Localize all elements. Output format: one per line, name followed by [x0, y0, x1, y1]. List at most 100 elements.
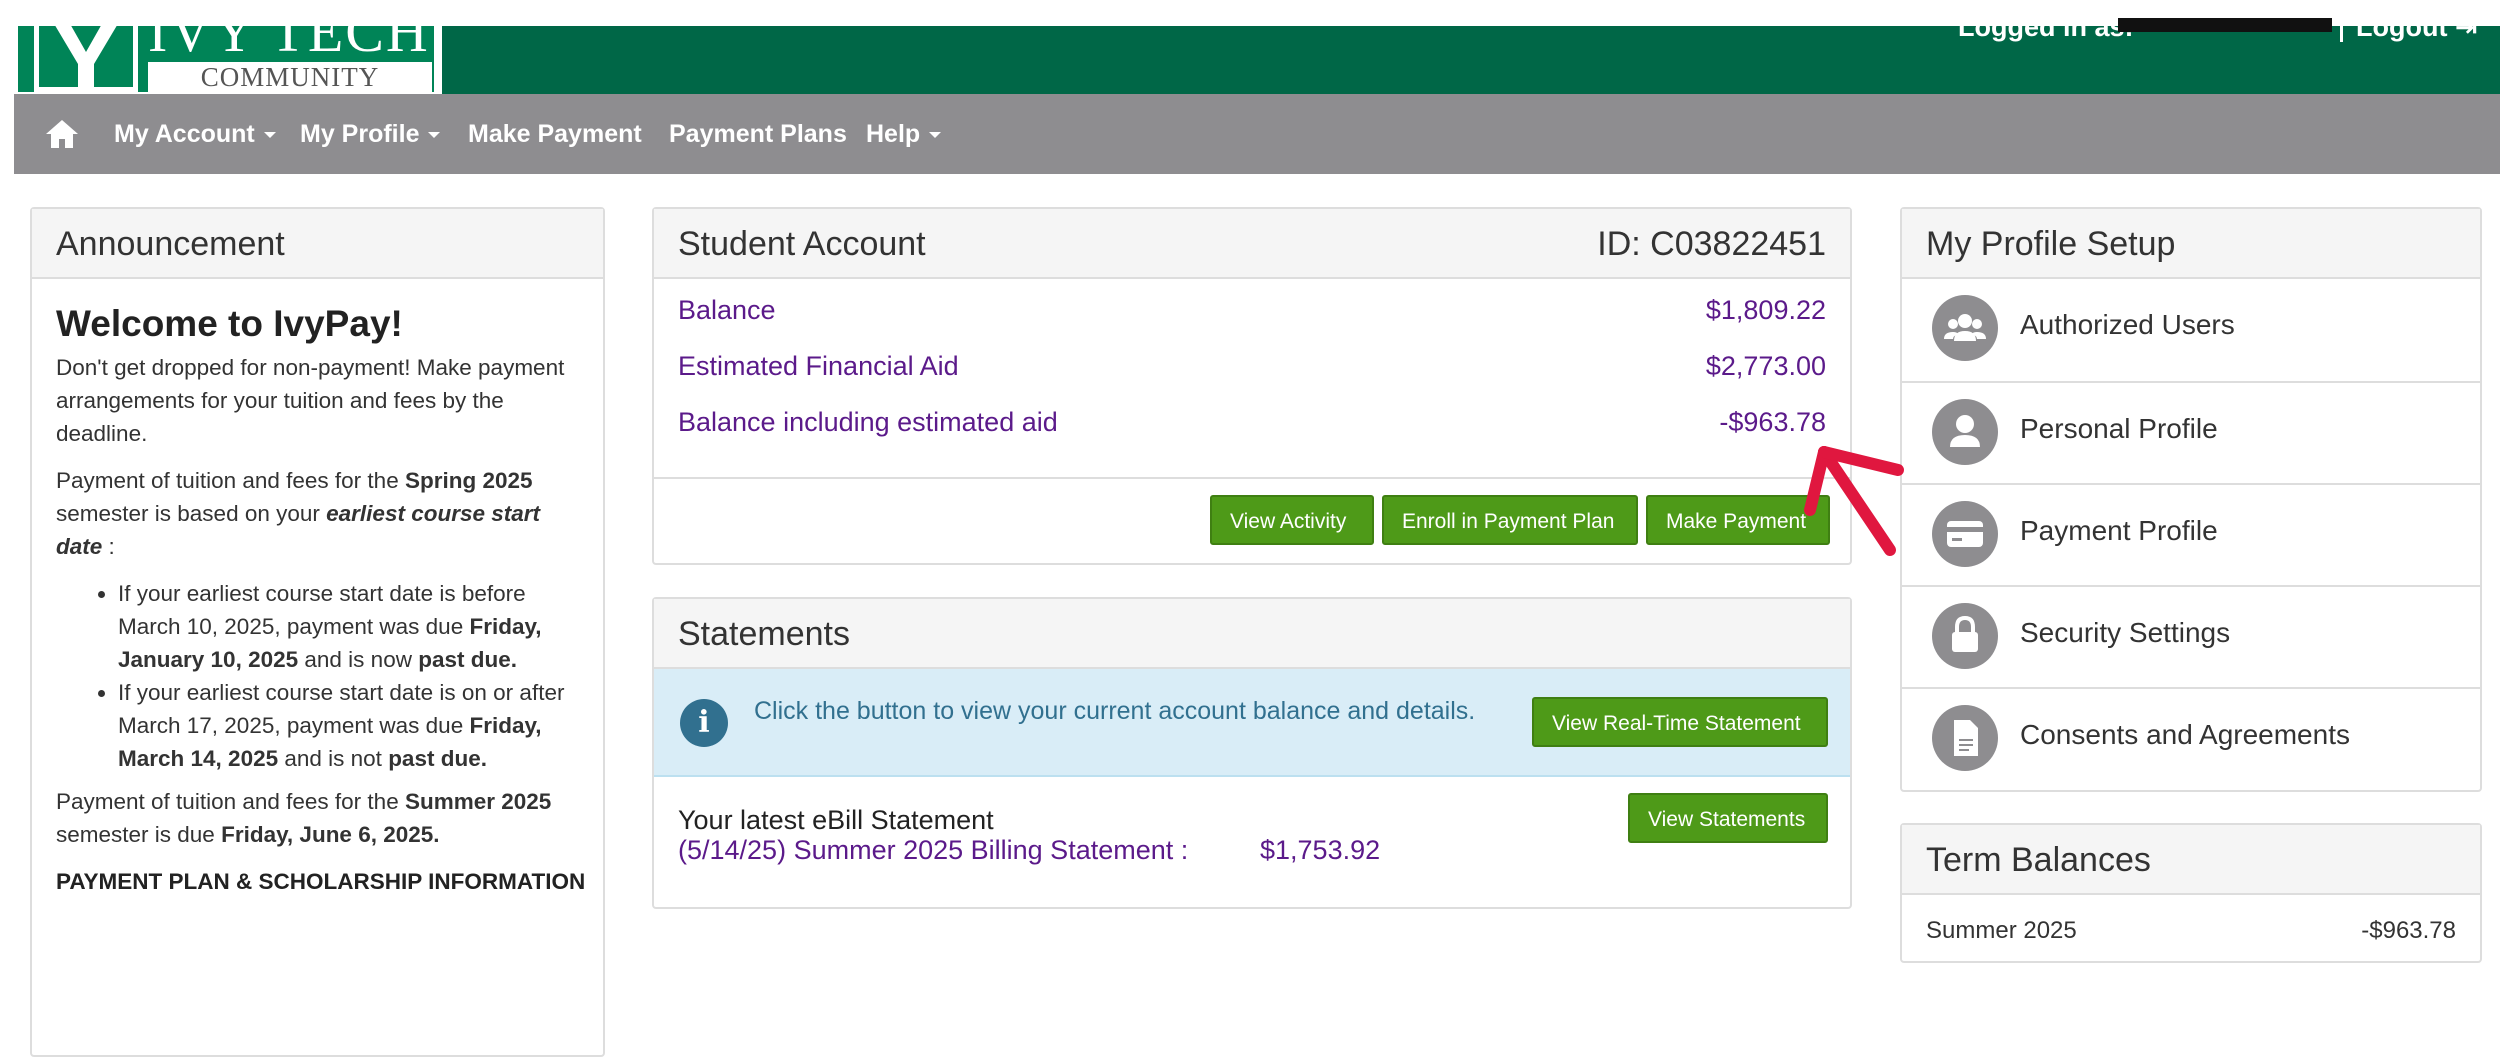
header-divider	[2340, 14, 2343, 42]
authorized-users-item[interactable]: Authorized Users	[1902, 279, 2480, 381]
financial-aid-label: Estimated Financial Aid	[678, 351, 959, 381]
logo-y-icon	[34, 26, 138, 92]
welcome-heading: Welcome to IvyPay!	[56, 303, 403, 344]
consents-agreements-item[interactable]: Consents and Agreements	[1902, 687, 2480, 789]
due-status: past due.	[388, 746, 487, 771]
consents-agreements-label: Consents and Agreements	[2020, 719, 2350, 750]
student-id: ID: C03822451	[1597, 225, 1826, 263]
caret-down-icon	[263, 132, 276, 139]
financial-aid-row[interactable]: Estimated Financial Aid $2,773.00	[678, 351, 1826, 391]
balance-with-aid-label: Balance including estimated aid	[678, 407, 1058, 437]
security-settings-label: Security Settings	[2020, 617, 2231, 648]
main-nav: My Account My Profile Make Payment Payme…	[14, 94, 2500, 174]
announcement-panel: Announcement Welcome to IvyPay! Don't ge…	[30, 207, 605, 1057]
logout-link[interactable]: Logout ⇥	[2356, 12, 2478, 43]
logo-wordmark: IVY TECH	[148, 26, 430, 64]
announcement-intro: Don't get dropped for non-payment! Make …	[56, 355, 565, 446]
info-icon: i	[680, 699, 728, 747]
person-icon	[1932, 399, 1998, 465]
site-header: IVY TECH COMMUNITY COLLEGE Logged in as:…	[14, 12, 2500, 94]
nav-my-profile[interactable]: My Profile	[300, 94, 441, 174]
payment-profile-label: Payment Profile	[2020, 515, 2218, 546]
enroll-payment-plan-button[interactable]: Enroll in Payment Plan	[1382, 495, 1638, 545]
spring-payment-text: Payment of tuition and fees for the Spri…	[56, 464, 586, 563]
authorized-users-label: Authorized Users	[2020, 309, 2235, 340]
nav-make-payment[interactable]: Make Payment	[468, 94, 642, 174]
term-balance-value: -$963.78	[2361, 917, 2456, 944]
balance-row[interactable]: Balance $1,809.22	[678, 295, 1826, 335]
statements-header: Statements	[654, 599, 1850, 669]
annotation-arrow-icon	[1804, 446, 1904, 556]
nav-payment-plans[interactable]: Payment Plans	[669, 94, 847, 174]
balance-value: $1,809.22	[1705, 295, 1826, 325]
list-item: If your earliest course start date is be…	[118, 577, 586, 676]
logo-mark: IVY TECH COMMUNITY COLLEGE	[18, 26, 434, 92]
lock-icon	[1932, 603, 1998, 669]
info-alert: i Click the button to view your current …	[654, 669, 1850, 777]
latest-ebill-amount[interactable]: $1,753.92	[1260, 835, 1380, 866]
info-text: Click the button to view your current ac…	[754, 697, 1476, 725]
term-balances-panel: Term Balances Summer 2025 -$963.78	[1900, 823, 2482, 963]
statements-panel: Statements i Click the button to view yo…	[652, 597, 1852, 909]
statements-title: Statements	[678, 615, 850, 653]
security-settings-item[interactable]: Security Settings	[1902, 585, 2480, 687]
financial-aid-value: $2,773.00	[1705, 351, 1826, 381]
text-fragment: If your earliest course start date is be…	[118, 581, 526, 639]
latest-ebill-link[interactable]: (5/14/25) Summer 2025 Billing Statement …	[678, 835, 1188, 866]
due-status: past due.	[418, 647, 517, 672]
deadline-list: If your earliest course start date is be…	[56, 577, 586, 775]
logo-subtitle: COMMUNITY COLLEGE	[148, 62, 432, 92]
latest-ebill-title: Your latest eBill Statement	[678, 805, 994, 835]
caret-down-icon	[929, 132, 942, 139]
users-icon	[1932, 295, 1998, 361]
college-logo[interactable]: IVY TECH COMMUNITY COLLEGE	[14, 26, 442, 94]
profile-setup-panel: My Profile Setup Authorized Users Person…	[1900, 207, 2482, 792]
personal-profile-label: Personal Profile	[2020, 413, 2218, 444]
announcement-title: Announcement	[56, 225, 285, 263]
text-fragment: semester is due	[56, 822, 222, 847]
term-name: Summer 2025	[1926, 917, 2077, 944]
text-fragment: and is now	[298, 647, 419, 672]
summer-due-date: Friday, June 6, 2025.	[221, 822, 440, 847]
term-balances-header: Term Balances	[1902, 825, 2480, 895]
redacted-username	[2118, 18, 2332, 32]
divider	[654, 477, 1850, 479]
nav-my-account[interactable]: My Account	[114, 94, 276, 174]
summer-payment-text: Payment of tuition and fees for the Summ…	[56, 785, 586, 851]
view-realtime-statement-button[interactable]: View Real-Time Statement	[1532, 697, 1828, 747]
nav-my-profile-label: My Profile	[300, 120, 420, 148]
spring-term: Spring 2025	[404, 468, 533, 493]
nav-help-label: Help	[866, 120, 921, 148]
logout-icon: ⇥	[2454, 12, 2478, 42]
text-fragment: semester is based on your	[56, 501, 327, 526]
term-balances-title: Term Balances	[1926, 841, 2151, 879]
nav-my-account-label: My Account	[114, 120, 255, 148]
nav-help[interactable]: Help	[866, 94, 942, 174]
credit-card-icon	[1932, 501, 1998, 567]
personal-profile-item[interactable]: Personal Profile	[1902, 381, 2480, 483]
text-fragment: Payment of tuition and fees for the	[56, 789, 405, 814]
profile-setup-header: My Profile Setup	[1902, 209, 2480, 279]
payment-profile-item[interactable]: Payment Profile	[1902, 483, 2480, 585]
list-item: If your earliest course start date is on…	[118, 676, 586, 775]
home-icon[interactable]	[44, 118, 80, 150]
student-account-title: Student Account	[678, 225, 926, 263]
student-account-header: Student Account ID: C03822451	[654, 209, 1850, 279]
announcement-header: Announcement	[32, 209, 603, 279]
balance-label: Balance	[678, 295, 776, 325]
text-fragment: and is not	[278, 746, 389, 771]
balance-with-aid-row[interactable]: Balance including estimated aid -$963.78	[678, 407, 1826, 447]
announcement-body: Don't get dropped for non-payment! Make …	[56, 351, 586, 912]
view-statements-button[interactable]: View Statements	[1628, 793, 1828, 843]
profile-setup-title: My Profile Setup	[1926, 225, 2176, 263]
text-fragment: :	[102, 534, 115, 559]
caret-down-icon	[428, 132, 441, 139]
document-icon	[1932, 705, 1998, 771]
student-account-panel: Student Account ID: C03822451 Balance $1…	[652, 207, 1852, 565]
summer-term: Summer 2025	[404, 789, 552, 814]
logout-label: Logout	[2356, 12, 2448, 42]
payment-plan-heading: PAYMENT PLAN & SCHOLARSHIP INFORMATION	[56, 869, 586, 894]
text-fragment: Payment of tuition and fees for the	[56, 468, 405, 493]
view-activity-button[interactable]: View Activity	[1210, 495, 1374, 545]
logged-in-label: Logged in as:	[1958, 12, 2134, 42]
